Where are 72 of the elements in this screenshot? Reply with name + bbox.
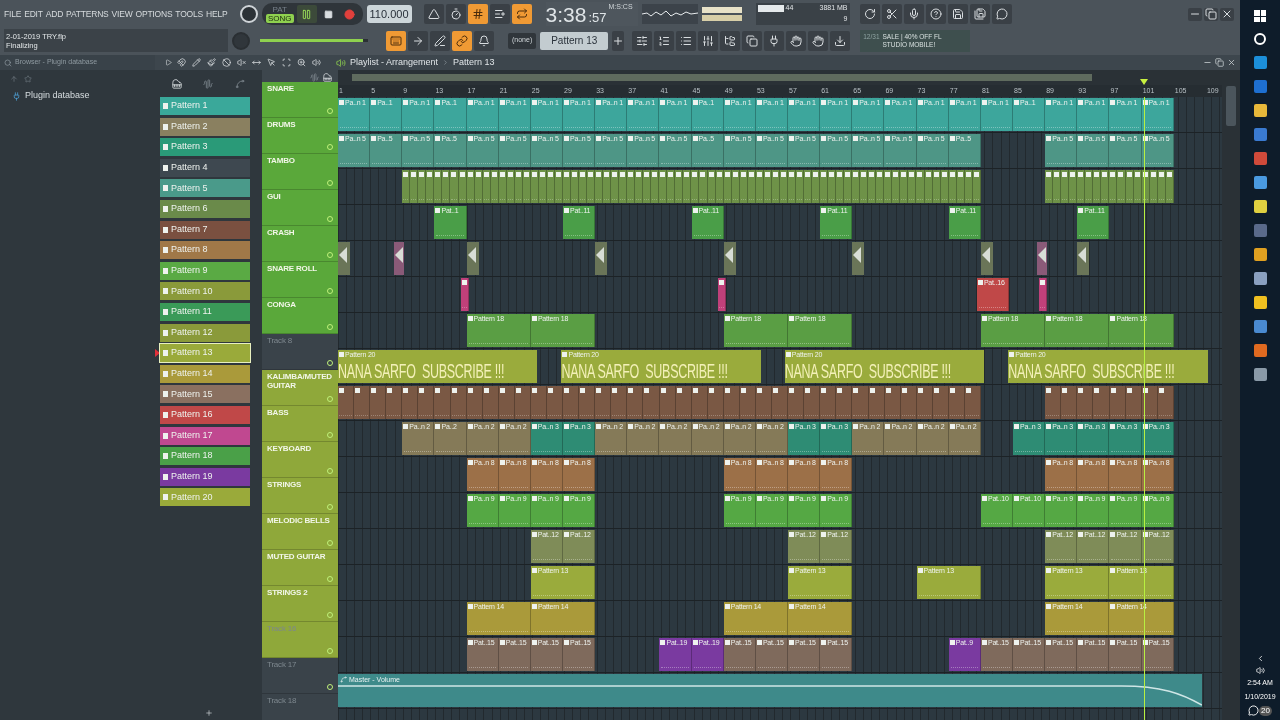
- track-header[interactable]: BASS: [262, 406, 338, 442]
- track-header[interactable]: SNARE: [262, 82, 338, 118]
- time-centiseconds: :57: [588, 10, 607, 26]
- window-pattern: Pattern 13: [453, 55, 495, 69]
- menu-item[interactable]: FILE: [4, 7, 22, 21]
- menu-item[interactable]: HELP: [206, 7, 228, 21]
- track-name: STRINGS: [267, 480, 303, 489]
- pattern-item[interactable]: Pattern 9: [160, 261, 250, 280]
- pattern-item[interactable]: Pattern 5: [160, 179, 250, 198]
- clip-text: NANA SARFO SUBSCRIBE !!!: [338, 360, 506, 383]
- track-header[interactable]: CRASH: [262, 226, 338, 262]
- track-name: STRINGS 2: [267, 588, 309, 597]
- clip-text: NANA SARFO SUBSCRIBE !!!: [561, 360, 729, 383]
- pattern-item[interactable]: Pattern 4: [160, 158, 250, 177]
- pattern-item[interactable]: Pattern 17: [160, 426, 250, 445]
- pattern-item[interactable]: Pattern 8: [160, 241, 250, 260]
- track-name: BASS: [267, 408, 290, 417]
- track-header[interactable]: KALIMBA/MUTED GUITAR: [262, 370, 338, 406]
- mode-toggle[interactable]: SONG: [266, 14, 294, 23]
- track-name: CRASH: [267, 228, 296, 237]
- track-name: KALIMBA/MUTED GUITAR: [267, 372, 333, 390]
- clip-text: NANA SARFO SUBSCRIBE !!!: [784, 360, 952, 383]
- pattern-item[interactable]: Pattern 2: [160, 117, 250, 136]
- track-name: SNARE: [267, 84, 295, 93]
- pattern-item[interactable]: Pattern 1: [160, 97, 250, 115]
- pattern-item[interactable]: Pattern 14: [160, 364, 250, 383]
- menu-item[interactable]: OPTIONS: [135, 7, 173, 21]
- pattern-item[interactable]: Pattern 3: [160, 138, 250, 157]
- pattern-item[interactable]: Pattern 6: [160, 199, 250, 218]
- mode-toggle[interactable]: PAT: [266, 5, 294, 14]
- track-name: DRUMS: [267, 120, 297, 129]
- track-header[interactable]: DRUMS: [262, 118, 338, 154]
- menu-item[interactable]: EDIT: [24, 7, 43, 21]
- track-header[interactable]: STRINGS 2: [262, 586, 338, 622]
- tempo-display[interactable]: 110.000: [366, 5, 412, 23]
- pattern-select[interactable]: Pattern 13: [540, 31, 609, 50]
- track-name: MELODIC BELLS: [267, 516, 331, 525]
- pattern-item[interactable]: Pattern 20: [160, 488, 250, 507]
- pattern-item[interactable]: Pattern 11: [160, 302, 250, 321]
- track-header[interactable]: CONGA: [262, 298, 338, 334]
- track-name: TAMBO: [267, 156, 296, 165]
- pattern-item[interactable]: Pattern 15: [160, 385, 250, 404]
- track-header[interactable]: MELODIC BELLS: [262, 514, 338, 550]
- pattern-item[interactable]: Pattern 12: [160, 323, 250, 342]
- track-header[interactable]: STRINGS: [262, 478, 338, 514]
- track-header[interactable]: MUTED GUITAR: [262, 550, 338, 586]
- pattern-item[interactable]: Pattern 18: [160, 447, 250, 466]
- track-name: GUI: [267, 192, 282, 201]
- menu-item[interactable]: PATTERNS: [66, 7, 109, 21]
- track-header[interactable]: Track 17: [262, 658, 338, 694]
- browser-item[interactable]: Plugin database: [0, 88, 155, 104]
- window-title: Playlist - Arrangement: [350, 55, 439, 69]
- pattern-item[interactable]: Pattern 13: [160, 344, 250, 363]
- track-name: Track 17: [267, 660, 298, 669]
- pattern-item[interactable]: Pattern 7: [160, 220, 250, 239]
- track-header[interactable]: GUI: [262, 190, 338, 226]
- pattern-item[interactable]: Pattern 19: [160, 467, 250, 486]
- menu-item[interactable]: VIEW: [111, 7, 133, 21]
- pattern-item[interactable]: Pattern 16: [160, 405, 250, 424]
- notification-count: 20: [1259, 706, 1272, 716]
- menu-item[interactable]: ADD: [45, 7, 64, 21]
- track-name: CONGA: [267, 300, 297, 309]
- time-value: 3:38: [545, 4, 587, 26]
- track-name: KEYBOARD: [267, 444, 313, 453]
- track-name: SNARE ROLL: [267, 264, 318, 273]
- track-header[interactable]: KEYBOARD: [262, 442, 338, 478]
- menu-item[interactable]: TOOLS: [175, 7, 204, 21]
- track-name: MUTED GUITAR: [267, 552, 327, 561]
- track-header[interactable]: TAMBO: [262, 154, 338, 190]
- track-name: Track 16: [267, 624, 298, 633]
- track-header[interactable]: SNARE ROLL: [262, 262, 338, 298]
- pattern-item[interactable]: Pattern 10: [160, 282, 250, 301]
